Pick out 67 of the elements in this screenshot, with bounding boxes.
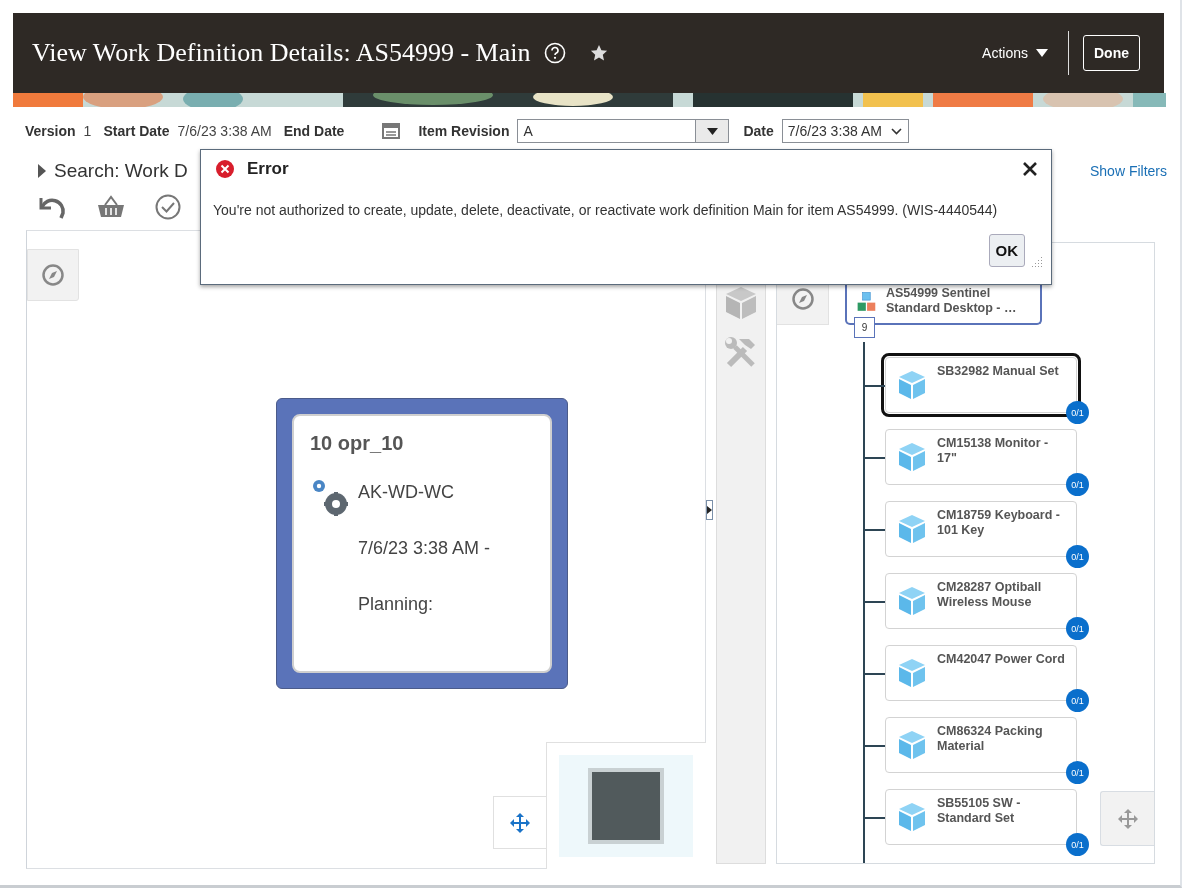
basket-icon[interactable]: [97, 195, 125, 219]
error-icon: [215, 159, 235, 179]
help-icon[interactable]: [544, 42, 567, 64]
done-button[interactable]: Done: [1083, 35, 1140, 71]
component-name: SB32982 Manual Set: [937, 364, 1059, 379]
pan-button[interactable]: [1100, 791, 1154, 846]
root-item-name: AS54999 Sentinel Standard Desktop - …: [885, 286, 1018, 316]
page-title: View Work Definition Details: AS54999 - Main: [32, 38, 531, 68]
quantity-badge: 0/1: [1066, 545, 1089, 568]
cube-icon: [897, 729, 927, 761]
component-name: SB55105 SW - Standard Set: [937, 796, 1022, 826]
work-center-text: AK-WD-WC: [358, 482, 455, 503]
caret-icon: [706, 127, 718, 135]
move-icon: [510, 812, 530, 833]
version-label: Version: [25, 123, 76, 139]
dialog-title: Error: [247, 159, 289, 179]
child-count-badge: 9: [854, 317, 875, 338]
component-name: CM42047 Power Cord: [937, 652, 1065, 667]
operation-title: 10 opr_10: [310, 432, 405, 455]
version-value: 1: [83, 123, 92, 139]
gears-icon: [310, 477, 350, 517]
resize-grip-icon[interactable]: [1031, 255, 1043, 267]
cube-icon: [897, 513, 927, 545]
component-name: CM15138 Monitor - 17": [937, 436, 1050, 466]
star-icon[interactable]: [590, 44, 609, 62]
compass-icon: [790, 286, 815, 311]
quantity-badge: 0/1: [1066, 473, 1089, 496]
operation-card[interactable]: 10 opr_10 AK-WD-WC 7/6/23 3:38 AM - Planning:: [276, 398, 568, 689]
quantity-badge: 0/1: [1066, 689, 1089, 712]
cube-icon: [897, 441, 927, 473]
component-name: CM28287 Optiball Wireless Mouse: [937, 580, 1043, 610]
cube-icon: [897, 585, 927, 617]
cube-icon: [897, 801, 927, 833]
start-date-value: 7/6/23 3:38 AM: [177, 123, 272, 139]
item-revision-label: Item Revision: [418, 123, 510, 139]
close-icon[interactable]: [1023, 162, 1037, 176]
component-name: CM86324 Packing Material: [937, 724, 1044, 754]
quantity-badge: 0/1: [1066, 833, 1089, 856]
item-revision-field[interactable]: A: [517, 119, 730, 143]
chevron-icon: [890, 127, 902, 135]
quantity-badge: 0/1: [1066, 761, 1089, 784]
date-range-text: 7/6/23 3:38 AM -: [358, 538, 491, 559]
ok-button[interactable]: OK: [988, 234, 1025, 267]
date-label: Date: [743, 123, 774, 139]
pan-button[interactable]: [493, 796, 546, 849]
navigate-button[interactable]: [27, 249, 79, 301]
calendar-icon[interactable]: [382, 123, 401, 139]
actions-menu[interactable]: Actions: [982, 45, 1048, 61]
search-heading: Search: Work D: [54, 160, 188, 182]
error-message: You're not authorized to create, update, delete, deactivate, or reactivate work definition Main for item AS54999. (WIS-4440544): [213, 202, 999, 218]
move-icon: [1118, 808, 1138, 829]
cube-icon: [897, 657, 927, 689]
show-filters-link[interactable]: Show Filters: [1089, 163, 1167, 179]
checkmark-icon[interactable]: [155, 194, 181, 220]
compass-icon: [41, 263, 65, 287]
start-date-label: Start Date: [103, 123, 170, 139]
expand-icon[interactable]: [37, 164, 47, 178]
planning-text: Planning:: [358, 594, 435, 615]
component-name: CM18759 Keyboard - 101 Key: [937, 508, 1061, 538]
caret-icon: [1036, 49, 1048, 57]
splitter-handle[interactable]: [706, 500, 713, 520]
quantity-badge: 0/1: [1066, 401, 1089, 424]
date-field[interactable]: 7/6/23 3:38 AM: [781, 119, 909, 143]
end-date-label: End Date: [283, 123, 345, 139]
cube-icon: [897, 369, 927, 401]
quantity-badge: 0/1: [1066, 617, 1089, 640]
viewport-indicator[interactable]: [588, 768, 664, 844]
